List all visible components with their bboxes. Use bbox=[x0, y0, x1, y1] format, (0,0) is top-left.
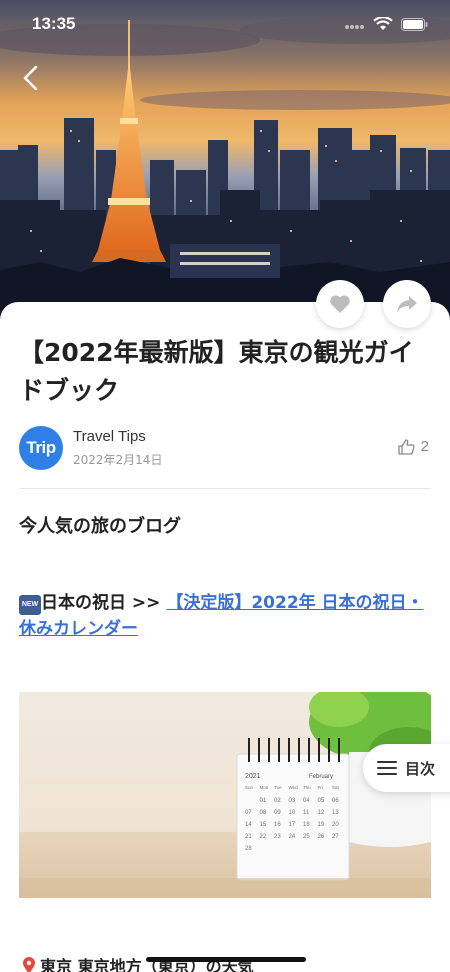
status-bar: 13:35 bbox=[0, 0, 450, 50]
calendar-month: February bbox=[309, 774, 333, 780]
calendar-day: 06 bbox=[332, 798, 339, 804]
wifi-icon bbox=[373, 16, 393, 35]
calendar-day: 24 bbox=[289, 834, 296, 840]
author-row[interactable]: Trip Travel Tips 2022年2月14日 2 bbox=[19, 424, 431, 472]
screen: 13:35 【2022年最新版】東京の観光ガイドブック Trip Travel … bbox=[0, 0, 450, 972]
calendar-day: 04 bbox=[303, 798, 310, 804]
calendar-day: 25 bbox=[303, 834, 310, 840]
home-indicator[interactable] bbox=[146, 957, 306, 962]
calendar-day: 02 bbox=[274, 798, 281, 804]
calendar-day: 22 bbox=[260, 834, 267, 840]
calendar-day: 07 bbox=[245, 810, 252, 816]
calendar-day: 11 bbox=[303, 810, 310, 816]
calendar-day: 18 bbox=[303, 822, 310, 828]
calendar-day: 10 bbox=[289, 810, 296, 816]
section-heading: 今人気の旅のブログ bbox=[19, 516, 181, 537]
calendar-weekday: Mon bbox=[260, 785, 269, 790]
calendar-day: 08 bbox=[260, 810, 267, 816]
back-button[interactable] bbox=[14, 60, 50, 96]
calendar-day: 26 bbox=[318, 834, 325, 840]
calendar-weekday: Wed bbox=[289, 785, 299, 790]
calendar-day: 17 bbox=[289, 822, 296, 828]
share-arrow-icon bbox=[397, 296, 417, 312]
divider bbox=[19, 488, 431, 489]
article-title: 【2022年最新版】東京の観光ガイドブック bbox=[19, 338, 414, 405]
calendar-day: 15 bbox=[260, 822, 267, 828]
author-name[interactable]: Travel Tips bbox=[73, 428, 146, 445]
calendar-weekday: Sat bbox=[332, 785, 340, 790]
calendar-day: 03 bbox=[289, 798, 296, 804]
link-prefix: 日本の祝日 >> bbox=[41, 593, 167, 613]
hamburger-menu-icon bbox=[377, 761, 397, 775]
calendar-photo: 2021 February Sun Mon Tue Wed Thu Fri Sat 01 02 0… bbox=[19, 692, 431, 898]
calendar-day: 13 bbox=[332, 810, 339, 816]
calendar-day: 27 bbox=[332, 834, 339, 840]
calendar-weekday: Tue bbox=[274, 785, 282, 790]
calendar-day: 16 bbox=[274, 822, 281, 828]
calendar-day: 12 bbox=[318, 810, 325, 816]
calendar-day: 28 bbox=[245, 846, 252, 852]
calendar-year: 2021 bbox=[245, 773, 261, 780]
likes-count: 2 bbox=[420, 438, 429, 455]
calendar-weekday: Thu bbox=[303, 785, 311, 790]
weather-heading: 東京 東京地方（東京）の天気 bbox=[22, 953, 254, 972]
toc-label: 目次 bbox=[405, 759, 436, 778]
calendar-day: 05 bbox=[318, 798, 325, 804]
toc-button[interactable]: 目次 bbox=[363, 744, 450, 792]
calendar-weekday: Fri bbox=[318, 785, 323, 790]
avatar[interactable]: Trip bbox=[19, 426, 63, 470]
blog-link-line: NEW 日本の祝日 >> 【決定版】2022年 日本の祝日・休みカレンダー bbox=[19, 590, 431, 642]
signal-icon bbox=[345, 16, 365, 35]
calendar-day: 14 bbox=[245, 822, 252, 828]
battery-icon bbox=[401, 16, 428, 35]
calendar-day: 21 bbox=[245, 834, 252, 840]
thumbs-up-icon bbox=[398, 438, 415, 455]
status-time: 13:35 bbox=[32, 14, 76, 33]
heart-icon bbox=[330, 295, 350, 313]
new-icon: NEW bbox=[19, 595, 41, 615]
publish-date: 2022年2月14日 bbox=[73, 453, 163, 467]
calendar-weekday: Sun bbox=[245, 785, 254, 790]
calendar-day: 23 bbox=[274, 834, 281, 840]
chevron-left-icon bbox=[23, 65, 38, 91]
like-button[interactable] bbox=[316, 280, 364, 328]
calendar-day: 19 bbox=[318, 822, 325, 828]
location-pin-icon bbox=[23, 957, 35, 972]
likes-button[interactable]: 2 bbox=[398, 438, 429, 455]
calendar-day: 01 bbox=[260, 798, 267, 804]
calendar-image: 2021 February Sun Mon Tue Wed Thu Fri Sat01 02 0… bbox=[19, 692, 431, 898]
share-button[interactable] bbox=[383, 280, 431, 328]
calendar-day: 09 bbox=[274, 810, 281, 816]
status-icons bbox=[345, 16, 428, 35]
calendar-day: 20 bbox=[332, 822, 339, 828]
